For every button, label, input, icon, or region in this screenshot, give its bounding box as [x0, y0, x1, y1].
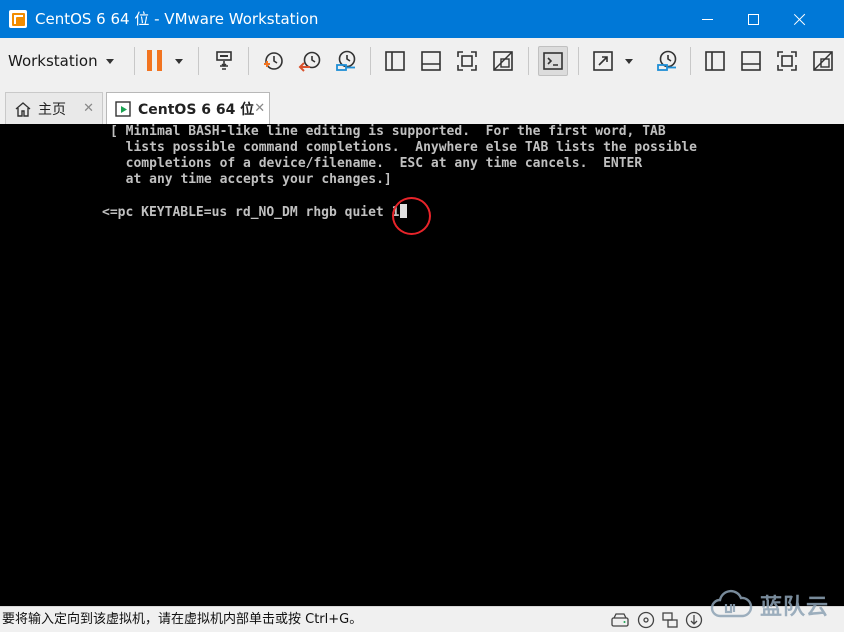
toolbar-divider: [528, 47, 529, 75]
toolbar-divider: [198, 47, 199, 75]
thumbnail-bar-icon: [421, 51, 441, 71]
console-view-icon: [543, 52, 563, 70]
vm-console[interactable]: [ Minimal BASH-like line editing is supp…: [0, 124, 844, 606]
snapshot-revert-icon: [298, 51, 321, 72]
show-library-icon: [385, 51, 405, 71]
cloud-logo-icon: [708, 582, 754, 628]
snapshot-manager-icon: [336, 50, 356, 71]
toolbar-divider: [690, 47, 691, 75]
full-screen-icon: [457, 51, 477, 71]
maximize-icon: [747, 13, 759, 25]
window-title: CentOS 6 64 位 - VMware Workstation: [35, 10, 319, 28]
close-icon: [793, 13, 806, 26]
maximize-button[interactable]: [730, 0, 776, 38]
network-status-icon[interactable]: [660, 610, 680, 630]
close-icon[interactable]: ✕: [254, 101, 265, 116]
highlight-circle: [392, 197, 431, 235]
console-line: completions of a device/filename. ESC at…: [110, 156, 643, 171]
minimize-icon: [701, 18, 713, 20]
title-bar[interactable]: CentOS 6 64 位 - VMware Workstation: [0, 0, 844, 38]
show-library-button[interactable]: [380, 46, 410, 76]
unity-icon: [813, 51, 833, 71]
thumbnail-bar-button-2[interactable]: [736, 46, 766, 76]
chevron-down-icon[interactable]: [625, 59, 633, 64]
pause-vm-button[interactable]: [142, 46, 190, 76]
cd-drive-icon[interactable]: [636, 610, 656, 630]
workstation-menu-label: Workstation: [8, 52, 98, 70]
kernel-command-line[interactable]: <=pc KEYTABLE=us rd_NO_DM rhgb quiet 1: [102, 204, 408, 221]
full-screen-icon: [777, 51, 797, 71]
tab-home[interactable]: 主页 ✕: [5, 92, 103, 124]
hard-disk-icon[interactable]: [610, 610, 630, 630]
console-line: at any time accepts your changes.]: [110, 172, 392, 187]
chevron-down-icon: [175, 59, 183, 64]
vmware-logo-icon: [9, 10, 27, 28]
unity-button-2[interactable]: [808, 46, 838, 76]
command-text: <=pc KEYTABLE=us rd_NO_DM rhgb quiet 1: [102, 205, 400, 220]
full-screen-button-2[interactable]: [772, 46, 802, 76]
show-library-button-2[interactable]: [700, 46, 730, 76]
unity-button[interactable]: [488, 46, 518, 76]
tab-centos-vm[interactable]: CentOS 6 64 位 ✕: [106, 92, 270, 124]
snapshot-take-icon: [264, 52, 283, 70]
close-icon[interactable]: ✕: [83, 101, 94, 116]
toolbar-divider: [578, 47, 579, 75]
vmware-window: CentOS 6 64 位 - VMware Workstation Works…: [0, 0, 844, 632]
home-icon: [14, 100, 32, 118]
console-line: lists possible command completions. Anyw…: [110, 140, 697, 155]
network-adapter-icon: [216, 51, 232, 70]
thumbnail-bar-icon: [741, 51, 761, 71]
tab-strip: 主页 ✕ CentOS 6 64 位 ✕: [0, 84, 844, 124]
toolbar-divider: [370, 47, 371, 75]
tab-label: CentOS 6 64 位: [138, 101, 255, 118]
unity-icon: [493, 51, 513, 71]
stretch-guest-icon: [593, 51, 613, 71]
toolbar: Workstation: [0, 38, 844, 84]
usb-device-icon[interactable]: [684, 610, 704, 630]
snapshot-manager-button[interactable]: [331, 46, 361, 76]
snapshot-button-2[interactable]: [652, 46, 682, 76]
status-message: 要将输入定向到该虚拟机，请在虚拟机内部单击或按 Ctrl+G。: [2, 612, 363, 627]
thumbnail-bar-button[interactable]: [416, 46, 446, 76]
watermark: 蓝队云: [708, 579, 842, 631]
workstation-menu-button[interactable]: Workstation: [8, 46, 114, 76]
snapshot-icon-2: [657, 50, 677, 71]
stretch-guest-button[interactable]: [588, 46, 618, 76]
minimize-button[interactable]: [684, 0, 730, 38]
full-screen-button[interactable]: [452, 46, 482, 76]
take-snapshot-button[interactable]: [258, 46, 288, 76]
console-line: [ Minimal BASH-like line editing is supp…: [110, 124, 666, 139]
tab-label: 主页: [38, 101, 66, 118]
vm-running-icon: [114, 100, 132, 118]
watermark-text: 蓝队云: [760, 595, 830, 620]
toolbar-divider: [134, 47, 135, 75]
close-button[interactable]: [776, 0, 822, 38]
console-view-button[interactable]: [538, 46, 568, 76]
toolbar-divider: [248, 47, 249, 75]
pause-icon: [147, 50, 163, 71]
show-library-icon: [705, 51, 725, 71]
revert-snapshot-button[interactable]: [295, 46, 325, 76]
network-adapter-button[interactable]: [209, 46, 239, 76]
chevron-down-icon: [105, 58, 114, 64]
